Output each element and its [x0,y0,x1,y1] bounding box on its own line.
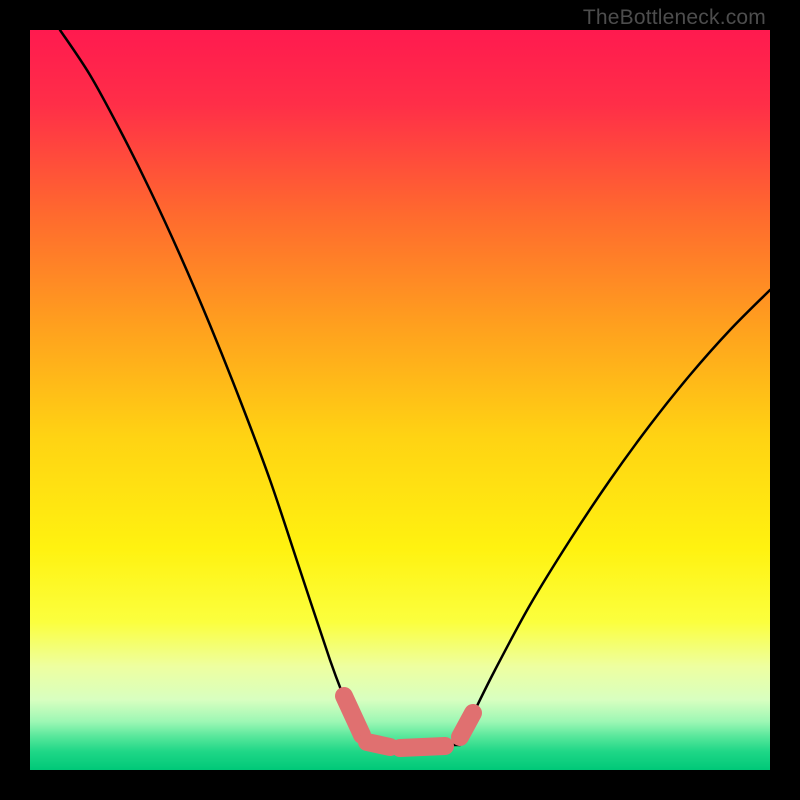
watermark-text: TheBottleneck.com [583,6,766,30]
gradient-background [30,30,770,770]
chart-frame: TheBottleneck.com [0,0,800,800]
plot-area [30,30,770,770]
